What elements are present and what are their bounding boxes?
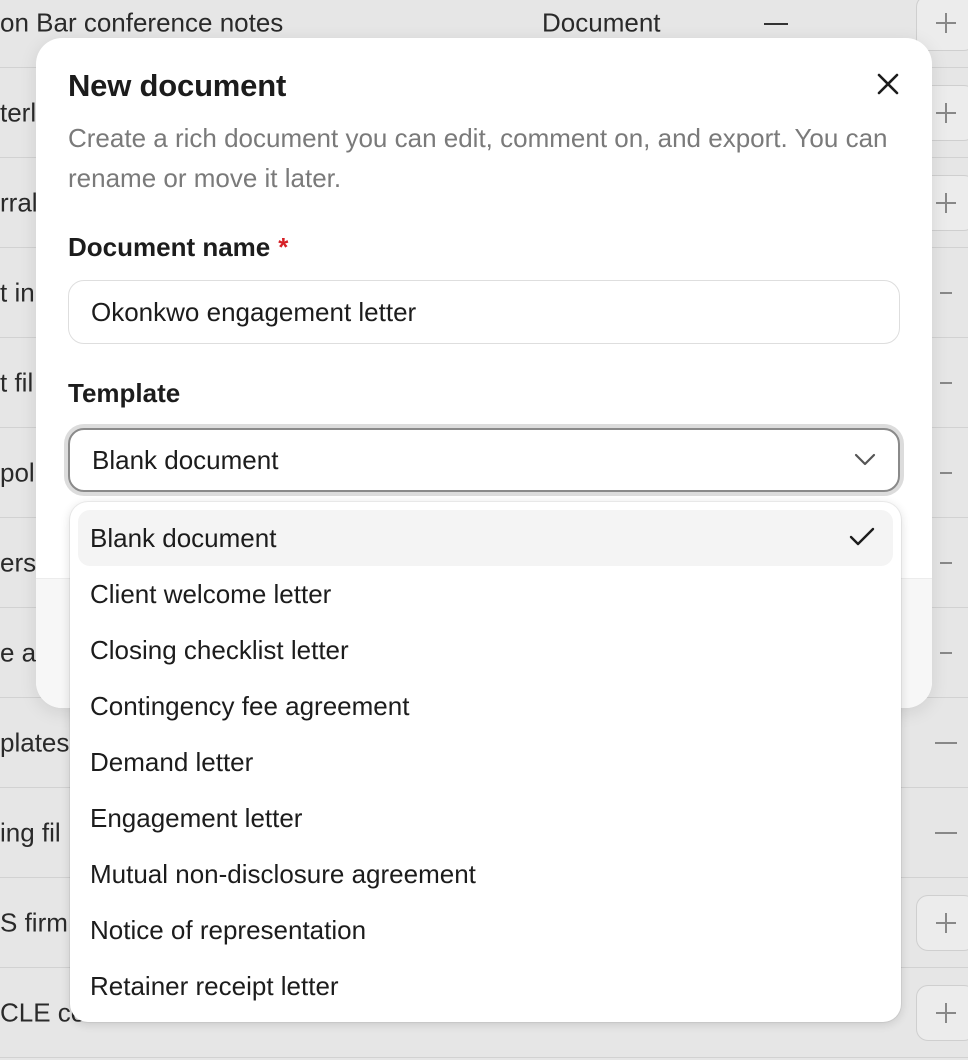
add-button[interactable] [916,984,968,1041]
option-label: Closing checklist letter [90,634,349,665]
option-label: Contingency fee agreement [90,690,410,721]
template-option-closing-checklist-letter[interactable]: Closing checklist letter [78,622,893,678]
row-status [916,715,968,771]
document-name-value: Okonkwo engagement letter [91,296,417,327]
plus-icon [936,102,956,123]
option-label: Mutual non-disclosure agreement [90,858,476,889]
template-option-retainer-receipt-letter[interactable]: Retainer receipt letter [78,958,893,1014]
option-label: Notice of representation [90,914,367,945]
template-option-client-welcome-letter[interactable]: Client welcome letter [78,566,893,622]
template-option-notice-of-representation[interactable]: Notice of representation [78,902,893,958]
plus-icon [936,912,956,933]
minus-icon [940,651,952,654]
option-label: Retainer receipt letter [90,970,339,1001]
plus-icon [936,12,956,33]
document-name-label-text: Document name [68,232,271,262]
minus-icon [940,471,952,474]
row-type: Document [542,7,661,37]
chevron-down-icon [854,453,876,466]
required-indicator: * [278,232,289,262]
option-label: Client welcome letter [90,578,332,609]
close-icon [877,73,899,95]
row-name: on Bar conference notes [0,7,284,37]
minus-icon [940,381,952,384]
document-name-input[interactable]: Okonkwo engagement letter [68,280,900,344]
minus-icon [935,831,957,834]
template-option-engagement-letter[interactable]: Engagement letter [78,790,893,846]
template-option-demand-letter[interactable]: Demand letter [78,734,893,790]
option-label: Blank document [90,522,277,553]
minus-icon [940,561,952,564]
row-status-dash [764,22,788,25]
template-select[interactable]: Blank document [68,428,900,492]
option-label: Demand letter [90,746,254,777]
plus-icon [936,192,956,213]
minus-icon [940,291,952,294]
check-icon [849,527,875,546]
template-dropdown: Blank document Client welcome letter Clo… [70,502,901,1022]
option-label: Engagement letter [90,802,303,833]
template-option-blank-document[interactable]: Blank document [78,510,893,566]
dialog-title: New document [68,68,287,103]
add-button[interactable] [916,894,968,951]
dialog-description: Create a rich document you can edit, com… [68,123,888,193]
document-name-label: Document name * [68,232,288,263]
plus-icon [936,1002,956,1023]
minus-icon [935,741,957,744]
template-option-mutual-nda[interactable]: Mutual non-disclosure agreement [78,846,893,902]
template-select-value: Blank document [92,444,279,475]
row-status [916,805,968,861]
template-option-contingency-fee-agreement[interactable]: Contingency fee agreement [78,678,893,734]
close-button[interactable] [870,66,906,102]
template-label: Template [68,378,181,408]
add-button[interactable] [916,0,968,51]
